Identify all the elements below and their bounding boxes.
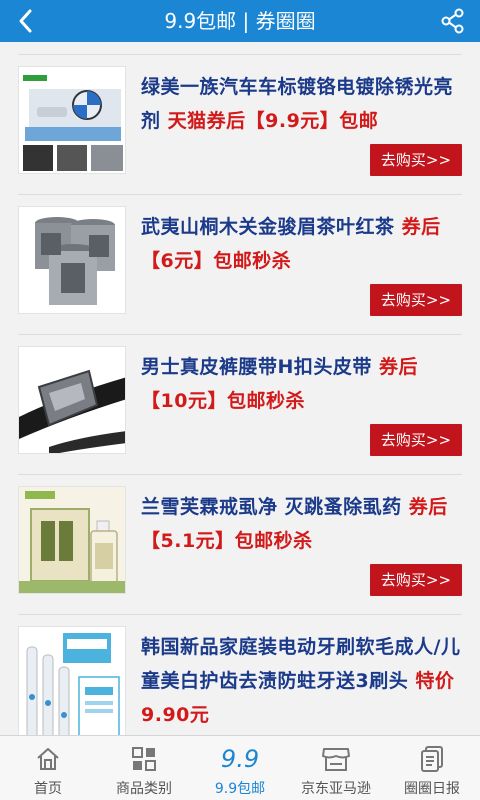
tab-home[interactable]: 首页: [0, 736, 96, 800]
tab-daily-report[interactable]: 圈圈日报: [384, 736, 480, 800]
back-arrow-icon: [19, 9, 32, 33]
divider: [18, 474, 462, 475]
product-list[interactable]: 绿美一族汽车车标镀铬电镀除锈光亮剂 天猫券后【9.9元】包邮 去购买>> 武夷山…: [0, 42, 480, 735]
buy-button[interactable]: 去购买>>: [370, 564, 462, 596]
product-card[interactable]: 韩国新品家庭装电动牙刷软毛成人/儿童美白护齿去渍防蛀牙送3刷头 特价9.90元: [0, 614, 480, 735]
share-icon: [441, 8, 464, 34]
back-button[interactable]: [10, 5, 42, 37]
product-image[interactable]: [18, 66, 126, 174]
divider: [18, 194, 462, 195]
toothbrush-image: [19, 627, 125, 735]
tea-cans-image: [19, 207, 125, 313]
product-image[interactable]: [18, 626, 126, 735]
store-icon: [322, 748, 350, 771]
top-header-bar: 9.9包邮 | 券圈圈: [0, 0, 480, 42]
buy-button[interactable]: 去购买>>: [370, 144, 462, 176]
tab-nine-nine[interactable]: 9.9 9.9包邮: [192, 736, 288, 800]
tab-label: 商品类别: [116, 781, 172, 797]
nine-nine-icon: 9.9: [220, 745, 260, 773]
tab-label: 首页: [34, 781, 62, 797]
lice-spray-image: [19, 487, 125, 593]
car-polish-image: [19, 67, 125, 173]
document-icon: [421, 746, 443, 772]
share-button[interactable]: [438, 6, 468, 36]
page-title: 9.9包邮 | 券圈圈: [164, 9, 316, 33]
product-card[interactable]: 男士真皮裤腰带H扣头皮带 券后【10元】包邮秒杀 去购买>>: [0, 334, 480, 474]
tab-label: 京东亚马逊: [301, 781, 371, 797]
home-icon: [37, 748, 59, 770]
grid-icon: [132, 747, 156, 771]
product-description[interactable]: 男士真皮裤腰带H扣头皮带 券后【10元】包邮秒杀: [141, 350, 463, 418]
product-title: 韩国新品家庭装电动牙刷软毛成人/儿童美白护齿去渍防蛀牙送3刷头: [141, 636, 461, 692]
app-screen: 9.9包邮 | 券圈圈 绿美一族汽车车标镀铬电镀除锈光亮剂 天猫券后【9.9元】…: [0, 0, 480, 800]
divider: [18, 334, 462, 335]
product-card[interactable]: 武夷山桐木关金骏眉茶叶红茶 券后【6元】包邮秒杀 去购买>>: [0, 194, 480, 334]
tab-label: 9.9包邮: [214, 781, 266, 797]
tab-label: 圈圈日报: [404, 781, 460, 797]
product-description[interactable]: 兰雪芙霖戒虱净 灭跳蚤除虱药 券后【5.1元】包邮秒杀: [141, 490, 463, 558]
product-image[interactable]: [18, 346, 126, 454]
product-card[interactable]: 绿美一族汽车车标镀铬电镀除锈光亮剂 天猫券后【9.9元】包邮 去购买>>: [0, 54, 480, 194]
product-description[interactable]: 绿美一族汽车车标镀铬电镀除锈光亮剂 天猫券后【9.9元】包邮: [141, 70, 463, 138]
product-title: 武夷山桐木关金骏眉茶叶红茶: [141, 216, 402, 238]
product-description[interactable]: 武夷山桐木关金骏眉茶叶红茶 券后【6元】包邮秒杀: [141, 210, 463, 278]
product-description[interactable]: 韩国新品家庭装电动牙刷软毛成人/儿童美白护齿去渍防蛀牙送3刷头 特价9.90元: [141, 630, 463, 732]
product-title: 兰雪芙霖戒虱净 灭跳蚤除虱药: [141, 496, 409, 518]
product-promo: 天猫券后【9.9元】包邮: [167, 110, 379, 132]
product-image[interactable]: [18, 206, 126, 314]
divider: [18, 54, 462, 55]
divider: [18, 614, 462, 615]
buy-button[interactable]: 去购买>>: [370, 424, 462, 456]
tab-jd-amazon[interactable]: 京东亚马逊: [288, 736, 384, 800]
belt-image: [19, 347, 125, 453]
tab-categories[interactable]: 商品类别: [96, 736, 192, 800]
bottom-tab-bar: 首页 商品类别 9.9 9.9包邮 京东亚马逊 圈圈日报: [0, 735, 480, 800]
product-card[interactable]: 兰雪芙霖戒虱净 灭跳蚤除虱药 券后【5.1元】包邮秒杀 去购买>>: [0, 474, 480, 614]
product-image[interactable]: [18, 486, 126, 594]
product-title: 男士真皮裤腰带H扣头皮带: [141, 356, 380, 378]
buy-button[interactable]: 去购买>>: [370, 284, 462, 316]
